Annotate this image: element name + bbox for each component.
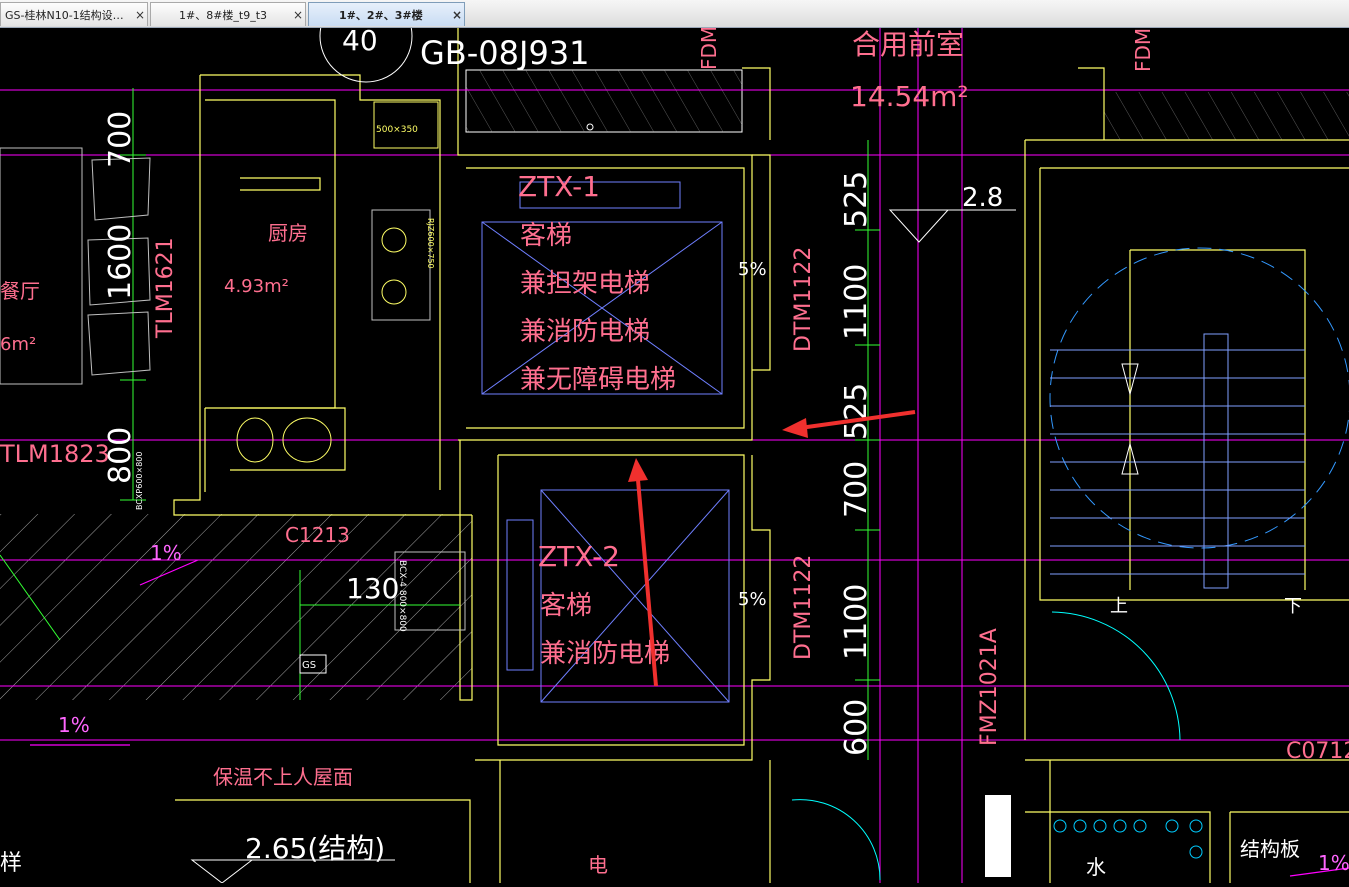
- dim-right-700: 700: [839, 461, 874, 518]
- dim-left-700: 700: [103, 111, 138, 168]
- struct-slab-label: 结构板: [1240, 837, 1300, 861]
- roof-slope-3: 1%: [1318, 851, 1349, 875]
- elevator-2-line-1: 客梯: [540, 591, 592, 621]
- level-2-65: 2.65(结构): [245, 832, 385, 865]
- stair-up-label: 上: [1110, 596, 1128, 617]
- door-swing-bottom: [791, 799, 881, 881]
- left-edge-char: 样: [0, 851, 22, 876]
- gs-tag: GS: [302, 660, 316, 671]
- elevator-1-line-4: 兼无障碍电梯: [520, 365, 676, 395]
- dim-right-525-2: 525: [839, 383, 874, 440]
- dim-left-1600: 1600: [103, 224, 138, 300]
- window-tlm1621: TLM1621: [153, 237, 178, 339]
- roof-note: 保温不上人屋面: [213, 765, 353, 789]
- electric-room-label: 电: [588, 853, 608, 877]
- dim-right-1100-1: 1100: [839, 264, 874, 340]
- fdm-right: FDM: [1131, 28, 1155, 72]
- burner-1: [381, 227, 407, 253]
- equipment-block: [985, 795, 1011, 877]
- dim-right-1100-2: 1100: [839, 584, 874, 660]
- cad-drawing-canvas[interactable]: 500×350 RJZ600×750 BCXP600×800 40 GB-08J…: [0, 0, 1349, 884]
- roof-slope-1: 1%: [150, 541, 182, 565]
- shared-lobby-area: 14.54m²: [850, 80, 969, 113]
- level-triangle-2: [190, 859, 254, 884]
- level-triangle: [888, 209, 950, 243]
- document-tab-bar: GS-桂林N10-1结构设… × 1#、8#楼_t9_t3 × 1#、2#、3#…: [0, 0, 1349, 28]
- water-room-label: 水: [1086, 855, 1106, 879]
- grid-number: 40: [342, 28, 378, 57]
- kitchen-label: 厨房: [268, 221, 308, 245]
- elevator-1-line-3: 兼消防电梯: [520, 317, 650, 347]
- close-icon[interactable]: ×: [450, 8, 464, 22]
- tab-label: 1#、2#、3#楼: [339, 8, 423, 22]
- dining-area-fragment: 6m²: [0, 334, 36, 355]
- fire-door-swing: [1051, 611, 1181, 741]
- stair-treads: [1050, 349, 1305, 575]
- window-c0712: C0712: [1286, 739, 1349, 764]
- shared-lobby-label: 合用前室: [852, 28, 964, 61]
- pipe-circles: [1053, 819, 1203, 859]
- elevator-1-line-1: 客梯: [520, 221, 572, 251]
- dimension-130: 130: [346, 572, 399, 605]
- close-icon[interactable]: ×: [291, 8, 305, 22]
- stair-down-label: 下: [1284, 596, 1302, 617]
- right-shaft-hatch: [1104, 92, 1349, 140]
- tab-gs-guilin[interactable]: GS-桂林N10-1结构设… ×: [0, 2, 148, 26]
- range-hood-size: 500×350: [376, 125, 418, 135]
- stair-door-swing: [1049, 247, 1349, 549]
- elevator-2-counterweight: [506, 519, 534, 671]
- door-dtm1122-2: DTM1122: [791, 555, 816, 660]
- tab-building-1-8[interactable]: 1#、8#楼_t9_t3 ×: [150, 2, 306, 26]
- tab-label: GS-桂林N10-1结构设…: [5, 8, 124, 22]
- walls: [173, 28, 1349, 883]
- fdm-left: FDM: [697, 28, 721, 70]
- dim-left-800: 800: [103, 427, 138, 484]
- kitchen-area: 4.93m²: [224, 276, 289, 297]
- elevator-2-code: ZTX-2: [538, 540, 620, 573]
- slope-label-1: 5%: [738, 259, 767, 280]
- dim-right-600: 600: [839, 699, 874, 756]
- roof-slope-2: 1%: [58, 713, 90, 737]
- shaft-hatch: [466, 70, 742, 132]
- door-fmz1021a: FMZ1021A: [977, 628, 1002, 746]
- window-c1213: C1213: [285, 523, 350, 547]
- window-tlm1823: TLM1823: [0, 440, 110, 468]
- tab-label: 1#、8#楼_t9_t3: [179, 8, 268, 22]
- equipment-box-label: BCX-4 800×800: [397, 560, 407, 632]
- dim-right-525-1: 525: [839, 171, 874, 228]
- slope-label-2: 5%: [738, 589, 767, 610]
- door-dtm1122-1: DTM1122: [791, 247, 816, 352]
- stair-handrail: [1203, 333, 1229, 589]
- elevator-1-line-2: 兼担架电梯: [520, 269, 650, 299]
- dining-label-fragment: 餐厅: [0, 279, 40, 303]
- elevator-1-code: ZTX-1: [518, 170, 600, 203]
- tab-building-1-2-3[interactable]: 1#、2#、3#楼 ×: [308, 2, 465, 26]
- close-icon[interactable]: ×: [133, 8, 147, 22]
- stove-size: RJZ600×750: [426, 218, 435, 269]
- atlas-reference: GB-08J931: [420, 34, 590, 72]
- level-2-8: 2.8: [962, 183, 1003, 213]
- burner-2: [381, 279, 407, 305]
